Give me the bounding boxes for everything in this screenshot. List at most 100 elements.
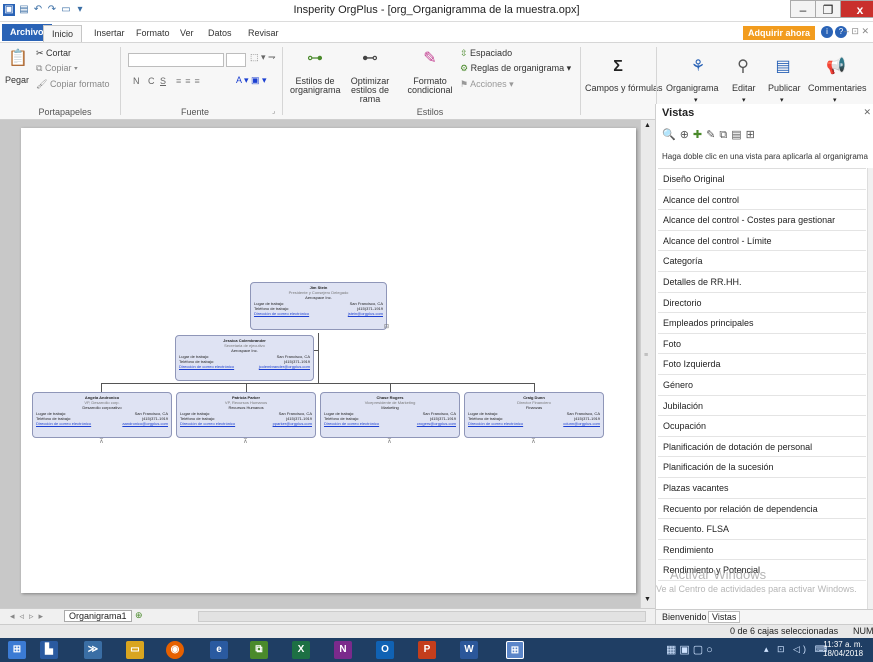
powerpoint-icon[interactable]: P [418, 641, 436, 659]
email-value[interactable]: aandronico@orgplus.com [122, 421, 168, 426]
firefox-icon[interactable]: ◉ [166, 641, 184, 659]
collapse-icon[interactable]: ⊟ [383, 324, 390, 330]
add-icon[interactable]: ✚ [693, 129, 706, 141]
sheet-nav-icons[interactable]: ◂◃▹▸ [10, 611, 48, 622]
font-color-icon[interactable]: A ▾ ▣ ▾ [236, 75, 267, 86]
email-label[interactable]: Dirección de correo electrónico [179, 364, 234, 369]
view-item[interactable]: Recuento. FLSA [658, 519, 866, 540]
tab-datos[interactable]: Datos [200, 25, 240, 42]
email-value[interactable]: jstein@orgplus.com [348, 311, 383, 316]
italic-button[interactable]: C [148, 76, 155, 86]
minimize-button[interactable]: – [790, 0, 816, 18]
font-size-combo[interactable] [226, 53, 246, 67]
view-item[interactable]: Plazas vacantes [658, 478, 866, 499]
outlook-icon[interactable]: O [376, 641, 394, 659]
view-list-scrollbar[interactable] [867, 168, 873, 648]
view-item[interactable]: Alcance del control - Límite [658, 231, 866, 252]
underline-button[interactable]: S [160, 76, 166, 86]
horizontal-scrollbar[interactable] [198, 611, 646, 622]
view-item[interactable]: Planificación de dotación de personal [658, 437, 866, 458]
paste-icon[interactable]: 📋 [8, 49, 28, 69]
powershell-icon[interactable]: ≫ [84, 641, 102, 659]
view-item[interactable]: Directorio [658, 293, 866, 314]
search-icon[interactable]: 🔍 [662, 129, 680, 141]
email-label[interactable]: Dirección de correo electrónico [36, 421, 91, 426]
system-tray-icons[interactable]: ▴ ⊡ ◁) ⌨ [764, 644, 830, 655]
view-item[interactable]: Foto Izquierda [658, 354, 866, 375]
view-item[interactable]: Género [658, 375, 866, 396]
view-item[interactable]: Recuento por relación de dependencia [658, 499, 866, 520]
org-box-child[interactable]: Chase Rogers Vicepresidente de Marketing… [320, 392, 460, 438]
conditional-format-icon[interactable]: ✎ [420, 49, 440, 69]
email-value[interactable]: pparker@orgplus.com [273, 421, 312, 426]
org-box-root[interactable]: Jim Stein Presidente y Consejero Delegad… [250, 282, 387, 330]
organigrama-button[interactable]: Organigrama [666, 83, 719, 93]
tab-formato[interactable]: Formato [128, 25, 178, 42]
view-item[interactable]: Rendimiento [658, 540, 866, 561]
scroll-up-icon[interactable]: ▲ [644, 122, 651, 129]
view-item[interactable]: Empleados principales [658, 313, 866, 334]
editar-button[interactable]: Editar [732, 83, 756, 93]
scroll-thumb[interactable]: ≡ [644, 352, 648, 359]
publicar-button[interactable]: Publicar [768, 83, 801, 93]
excel-icon[interactable]: X [292, 641, 310, 659]
border-icon[interactable]: ⬚ ▾ ⇁ [250, 52, 276, 63]
tab-vistas[interactable]: Vistas [708, 611, 741, 623]
tab-ver[interactable]: Ver [172, 25, 202, 42]
expand-icon[interactable]: ⊼ [242, 439, 249, 445]
expand-icon[interactable]: ⊼ [386, 439, 393, 445]
copy-format-button[interactable]: 🖌 Copiar formato [36, 79, 109, 90]
start-icon[interactable]: ⊞ [8, 641, 26, 659]
font-dialog-launcher-icon[interactable]: ⌟ [272, 107, 275, 115]
view-item[interactable]: Categoría [658, 251, 866, 272]
org-box-child[interactable]: Craig Dunn Director Financiero Finanzas … [464, 392, 604, 438]
close-button[interactable]: x [840, 0, 873, 18]
publish-icon[interactable]: ▤ [773, 57, 793, 77]
info-icon[interactable]: i [821, 26, 833, 38]
bold-button[interactable]: N [133, 76, 143, 86]
optimize-icon[interactable]: ⊷ [360, 49, 380, 69]
email-label[interactable]: Dirección de correo electrónico [254, 311, 309, 316]
copy-button[interactable]: ⧉ Copiar ▾ [36, 63, 78, 74]
close-pane-icon[interactable]: ✕ [863, 107, 871, 118]
editar-dropdown-icon[interactable]: ▾ [742, 96, 746, 104]
org-styles-icon[interactable]: ⊶ [305, 49, 325, 69]
publicar-dropdown-icon[interactable]: ▾ [780, 96, 784, 104]
server-manager-icon[interactable]: ▙ [40, 641, 58, 659]
comments-icon[interactable]: 📢 [826, 57, 846, 77]
edit-icon[interactable]: ⚲ [733, 57, 753, 77]
org-styles-button[interactable]: Estilos de organigrama [290, 77, 341, 95]
edit-icon[interactable]: ✎ [706, 129, 719, 141]
email-label[interactable]: Dirección de correo electrónico [468, 421, 523, 426]
orgplus-taskbar-icon[interactable]: ⊞ [506, 641, 524, 659]
view-item[interactable]: Diseño Original [658, 169, 866, 190]
org-box-child[interactable]: Angela Andronico VP, Desarrollo corp. De… [32, 392, 172, 438]
view-item[interactable]: Foto [658, 334, 866, 355]
view-item[interactable]: Planificación de la sucesión [658, 457, 866, 478]
word-icon[interactable]: W [460, 641, 478, 659]
org-rules-button[interactable]: ⚙ Reglas de organigrama ▾ [460, 63, 571, 74]
tab-insertar[interactable]: Insertar [86, 25, 133, 42]
expand-icon[interactable]: ⊼ [530, 439, 537, 445]
tab-inicio[interactable]: Inicio [43, 25, 83, 42]
onenote-icon[interactable]: N [334, 641, 352, 659]
optimize-branch-button[interactable]: Optimizar estilos de rama [340, 77, 400, 104]
view-item[interactable]: Alcance del control - Costes para gestio… [658, 210, 866, 231]
conditional-format-button[interactable]: Formato condicional [405, 77, 455, 95]
file-explorer-icon[interactable]: ▭ [126, 641, 144, 659]
spacing-button[interactable]: ⇳ Espaciado [460, 48, 512, 59]
paste-button[interactable]: Pegar [5, 75, 29, 85]
organigrama-dropdown-icon[interactable]: ▾ [694, 96, 698, 104]
zoom-icon[interactable]: ⊕ [680, 129, 693, 141]
email-label[interactable]: Dirección de correo electrónico [180, 421, 235, 426]
tab-bienvenido[interactable]: Bienvenido [662, 612, 707, 622]
view-item[interactable]: Detalles de RR.HH. [658, 272, 866, 293]
org-chart-icon[interactable]: ⚘ [688, 57, 708, 77]
fields-formulas-button[interactable]: Campos y fórmulas [585, 83, 663, 93]
view-item[interactable]: Alcance del control [658, 190, 866, 211]
expand-icon[interactable]: ⊼ [98, 439, 105, 445]
comments-button[interactable]: Commentaries [808, 83, 867, 93]
ribbon-options-icon[interactable]: – ⊡ ✕ [844, 26, 869, 37]
org-box-child[interactable]: Patricia Parker VP, Recursos Humanos Rec… [176, 392, 316, 438]
add-sheet-icon[interactable]: ⊕ [135, 610, 143, 621]
